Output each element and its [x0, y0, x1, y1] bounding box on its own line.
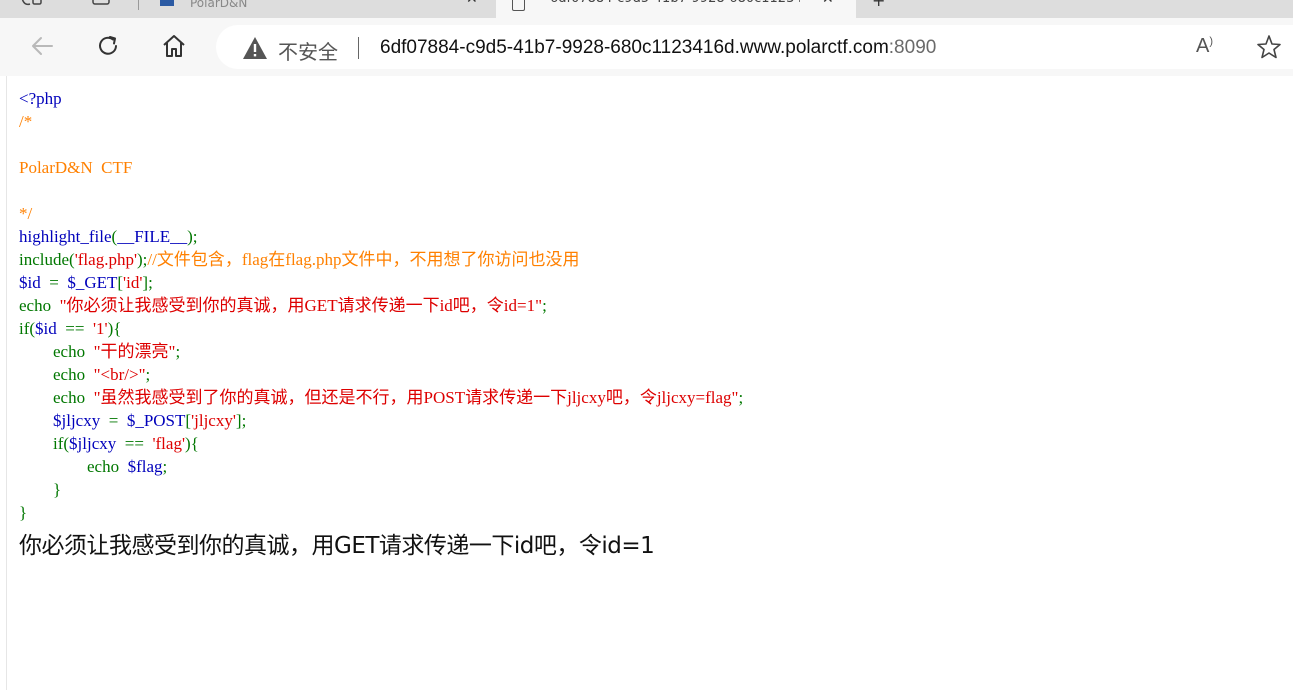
refresh-icon[interactable] — [94, 32, 122, 60]
code-token: ]; — [235, 411, 247, 430]
code-token: ; — [162, 457, 168, 476]
site-favicon-icon — [160, 0, 174, 6]
close-icon[interactable]: ✕ — [822, 0, 834, 7]
code-token: $jljcxy — [69, 434, 117, 453]
close-icon[interactable]: ✕ — [466, 0, 478, 7]
code-token: ; — [542, 296, 547, 315]
code-token: == — [56, 319, 93, 338]
code-token: "虽然我感受到了你的真诚，但还是不行，用POST请求传递一下jljcxy吧，令j… — [93, 388, 739, 407]
plus-icon[interactable]: + — [872, 0, 885, 10]
security-label[interactable]: 不安全 — [278, 36, 338, 65]
code-token: echo — [19, 388, 94, 407]
star-icon[interactable] — [1256, 34, 1282, 64]
code-token: "干的漂亮" — [93, 342, 176, 361]
url-text[interactable]: 6df07884-c9d5-41b7-9928-680c1123416d.www… — [380, 37, 936, 59]
home-icon[interactable] — [160, 32, 188, 60]
code-line: <?php — [19, 89, 62, 108]
read-aloud-icon[interactable]: A) — [1196, 35, 1213, 58]
arrow-left-icon[interactable] — [28, 32, 56, 60]
code-token: $id — [35, 319, 57, 338]
code-token: 'flag' — [152, 434, 186, 453]
code-token: echo — [19, 342, 94, 361]
code-line: */ — [19, 204, 33, 223]
code-token: echo — [19, 296, 60, 315]
echo-output: 你必须让我感受到你的真诚，用GET请求传递一下id吧，令id=1 — [19, 533, 655, 559]
code-token: == — [116, 434, 153, 453]
code-token: 'flag.php' — [74, 250, 138, 269]
code-token: __FILE__ — [117, 227, 188, 246]
php-source-code: <?php /* PolarD&N CTF */ highlight_file(… — [19, 87, 743, 524]
tab-strip: PolarD&N ✕ 6df07884-c9d5-41b7-9928-680c1… — [0, 0, 1293, 18]
tab-actions-icon[interactable] — [20, 0, 42, 14]
code-token: 'id' — [123, 273, 143, 292]
browser-toolbar: 不安全 6df07884-c9d5-41b7-9928-680c1123416d… — [0, 18, 1293, 76]
code-token: "<br/>" — [93, 365, 146, 384]
page-content: <?php /* PolarD&N CTF */ highlight_file(… — [6, 76, 1293, 690]
page-icon — [512, 0, 525, 11]
code-token: 'jljcxy' — [191, 411, 236, 430]
url-port: :8090 — [888, 37, 937, 58]
code-token: ); — [187, 227, 198, 246]
code-line: PolarD&N CTF — [19, 158, 133, 177]
code-line: /* — [19, 112, 33, 131]
code-token: ; — [738, 388, 744, 407]
code-token: echo — [19, 457, 128, 476]
address-bar[interactable]: 不安全 6df07884-c9d5-41b7-9928-680c1123416d… — [216, 25, 1293, 69]
code-token: $_POST — [126, 411, 186, 430]
code-token: ){ — [185, 434, 199, 453]
code-token: if( — [19, 319, 36, 338]
warning-triangle-icon[interactable] — [242, 36, 268, 64]
code-token: ]; — [142, 273, 153, 292]
code-line: } — [19, 503, 28, 522]
code-token: = — [100, 411, 127, 430]
tab-title[interactable]: PolarD&N — [190, 0, 247, 14]
code-token: highlight_file — [19, 227, 112, 246]
tab-active[interactable]: 6df07884-c9d5-41b7-9928-680c1123416d ✕ — [496, 0, 856, 18]
code-token: $flag — [127, 457, 163, 476]
code-token: $jljcxy — [53, 411, 101, 430]
code-token: = — [40, 273, 68, 292]
code-token: ; — [175, 342, 181, 361]
url-host: 6df07884-c9d5-41b7-9928-680c1123416d.www… — [380, 37, 889, 58]
code-token: '1' — [92, 319, 108, 338]
code-token: $_GET — [67, 273, 118, 292]
code-token: ){ — [107, 319, 122, 338]
code-token: ); — [137, 250, 148, 269]
address-separator — [358, 37, 359, 59]
code-comment: //文件包含，flag在flag.php文件中，不用想了你访问也没用 — [147, 250, 580, 269]
code-token: echo — [19, 365, 94, 384]
code-token: "你必须让我感受到你的真诚，用GET请求传递一下id吧，令id=1" — [59, 296, 543, 315]
code-token: ; — [145, 365, 151, 384]
tab-title-active: 6df07884-c9d5-41b7-9928-680c1123416d — [550, 0, 800, 6]
code-token: if( — [19, 434, 70, 453]
tab-separator — [138, 0, 139, 10]
code-line: } — [19, 480, 62, 499]
code-token: include( — [19, 250, 75, 269]
code-token: $id — [19, 273, 41, 292]
workspaces-icon[interactable] — [92, 0, 112, 14]
